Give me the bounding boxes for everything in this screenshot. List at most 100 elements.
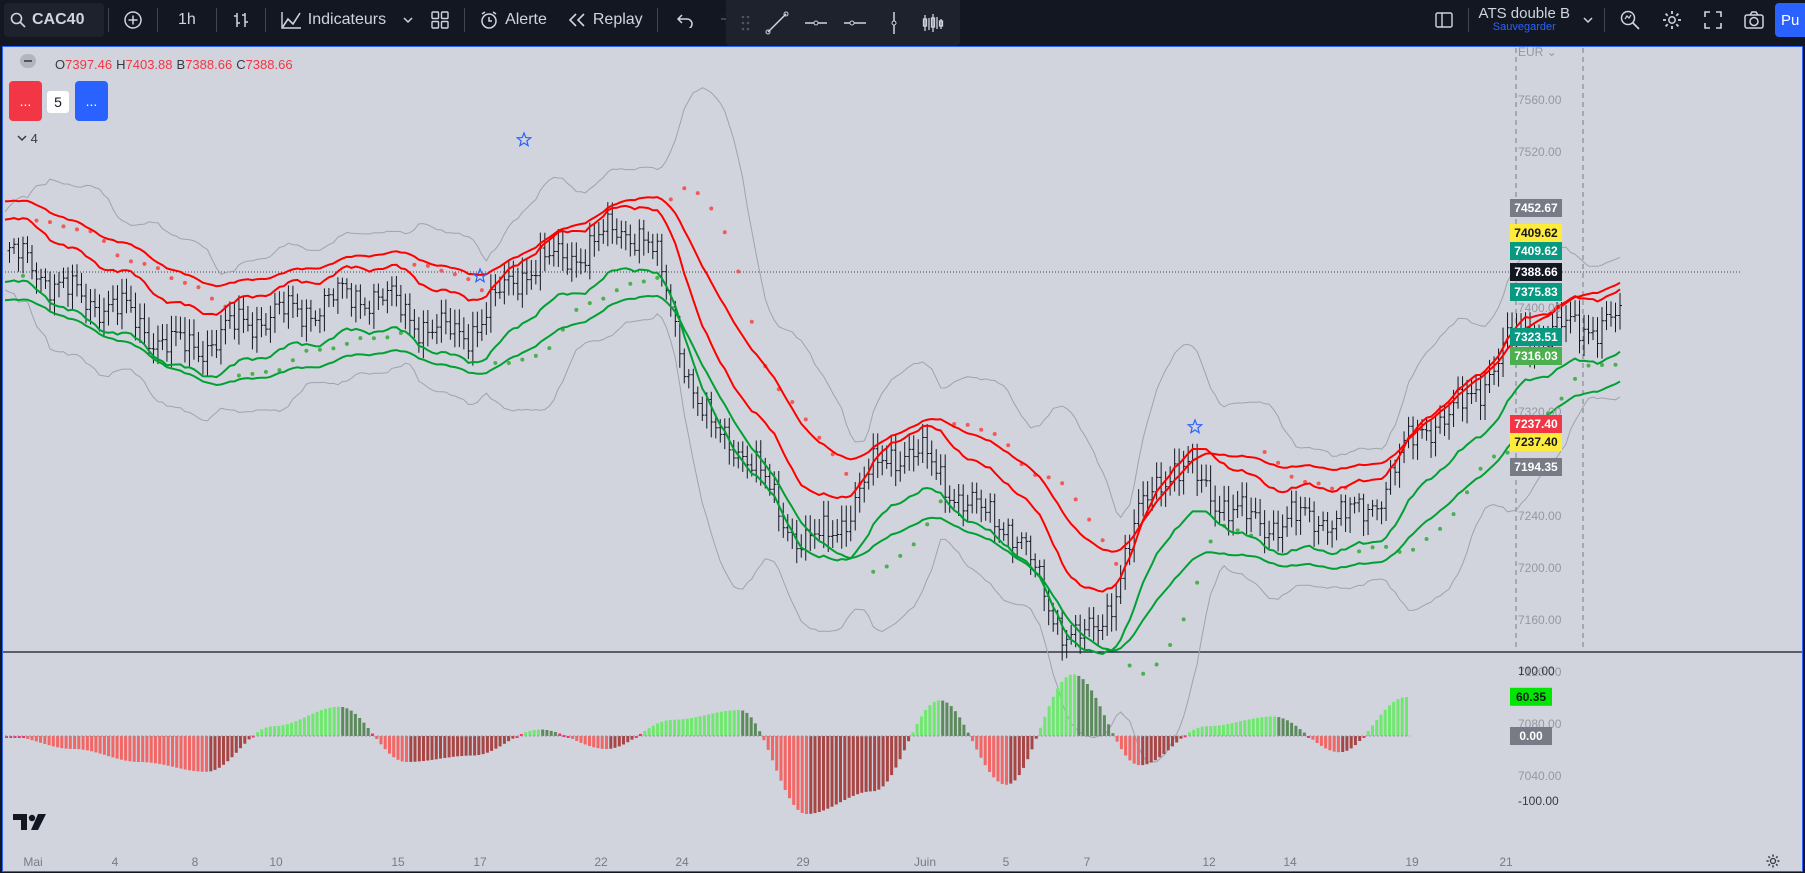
histogram-bar — [898, 736, 902, 760]
histogram-bar — [243, 736, 247, 744]
histogram-bar — [1239, 721, 1242, 736]
histogram-bar — [277, 725, 281, 736]
histogram-bar — [141, 736, 145, 762]
histogram-bar — [579, 736, 583, 743]
legend-collapse-button[interactable] — [20, 54, 36, 68]
histogram-bar — [188, 736, 191, 771]
time-tick-label: 8 — [192, 855, 199, 869]
histogram-bar — [822, 736, 825, 811]
chart-type-button[interactable] — [221, 0, 261, 40]
publish-button[interactable]: Pu — [1775, 3, 1805, 37]
sar-dot — [128, 259, 133, 264]
histogram-bar — [443, 736, 447, 758]
quantity-field[interactable]: 5 — [47, 91, 69, 113]
histogram-bar — [298, 719, 302, 736]
horizontal-ray-icon[interactable] — [842, 10, 868, 36]
sar-dot — [965, 422, 970, 427]
indicators-button[interactable]: Indicateurs — [270, 0, 396, 40]
replay-button[interactable]: Replay — [557, 0, 653, 40]
separator — [656, 8, 658, 32]
vertical-line-icon[interactable] — [881, 10, 907, 36]
histogram-bar — [226, 736, 230, 762]
histogram-bar — [1383, 709, 1387, 736]
snapshot-button[interactable] — [1733, 0, 1775, 40]
histogram-bar — [1324, 736, 1328, 749]
histogram-bar — [881, 736, 885, 787]
histogram-bar — [622, 736, 625, 745]
histogram-bar — [1090, 690, 1094, 736]
sar-dot — [1100, 538, 1105, 543]
drag-handle-icon[interactable] — [741, 14, 751, 32]
sell-button[interactable]: ... — [9, 81, 42, 121]
plus-circle-icon — [124, 11, 142, 29]
alert-button[interactable]: Alerte — [469, 0, 557, 40]
histogram-bar — [1030, 736, 1034, 750]
symbol-search[interactable]: CAC40 — [4, 3, 104, 37]
undo-button[interactable] — [662, 0, 708, 40]
histogram-bar — [447, 736, 451, 758]
histogram-bar — [1366, 731, 1370, 736]
histogram-bar — [196, 736, 200, 772]
sar-dot — [317, 347, 322, 352]
horizontal-line-icon[interactable] — [803, 10, 829, 36]
histogram-bar — [1268, 716, 1272, 736]
histogram-bar — [1102, 715, 1106, 736]
time-tick-label: 24 — [675, 855, 689, 869]
layout-toggle-button[interactable] — [1424, 0, 1464, 40]
histogram-bar — [1124, 736, 1128, 756]
histogram-bar — [936, 700, 940, 736]
histogram-bar — [805, 736, 808, 814]
time-tick-label: 5 — [1003, 855, 1010, 869]
time-tick-label: 19 — [1405, 855, 1419, 869]
compare-symbol-button[interactable] — [113, 0, 153, 40]
histogram-bar — [409, 736, 413, 762]
histogram-bar — [1256, 717, 1260, 736]
price-badge-label: 7237.40 — [1514, 435, 1558, 449]
histogram-bar — [1149, 736, 1153, 763]
grid-icon — [431, 11, 449, 29]
candlestick-pattern-icon[interactable] — [920, 10, 946, 36]
histogram-bar — [800, 736, 804, 813]
interval-button[interactable]: 1h — [162, 0, 212, 40]
quick-search-button[interactable] — [1609, 0, 1651, 40]
separator — [264, 8, 266, 32]
layout-dropdown[interactable] — [1576, 0, 1600, 40]
indicators-dropdown[interactable] — [396, 0, 420, 40]
sar-dot — [1411, 547, 1416, 552]
chart-canvas[interactable]: EUR ⌄7560.007520.007480.007440.007400.00… — [3, 47, 1802, 871]
histogram-bar — [1141, 736, 1145, 766]
osc-tick-label: 100.00 — [1518, 664, 1555, 678]
sar-dot — [817, 435, 822, 440]
histogram-bar — [485, 736, 489, 753]
histogram-bar — [664, 720, 668, 736]
histogram-bar — [830, 736, 834, 807]
layout-name-button[interactable]: ATS double B Sauvegarder — [1473, 6, 1576, 33]
histogram-bar — [1022, 736, 1025, 768]
histogram-bar — [945, 702, 949, 736]
histogram-bar — [992, 736, 996, 778]
histogram-bar — [1171, 736, 1174, 747]
histogram-bar — [56, 736, 60, 748]
price-tick-label: 7200.00 — [1518, 561, 1562, 575]
histogram-bar — [660, 721, 664, 736]
histogram-bar — [1222, 724, 1225, 736]
histogram-bar — [1039, 727, 1042, 736]
sar-dot — [992, 432, 997, 437]
fullscreen-button[interactable] — [1693, 0, 1733, 40]
sar-dot — [452, 272, 457, 277]
histogram-bar — [1209, 726, 1213, 736]
histogram-bar — [1336, 736, 1340, 753]
templates-button[interactable] — [420, 0, 460, 40]
histogram-bar — [532, 730, 536, 736]
histogram-bar — [451, 736, 455, 757]
histogram-bar — [1298, 729, 1302, 736]
trend-line-icon[interactable] — [764, 10, 790, 36]
buy-button[interactable]: ... — [75, 81, 108, 121]
indicator-group-toggle[interactable]: 4 — [17, 131, 38, 146]
price-tick-label: 7520.00 — [1518, 145, 1562, 159]
settings-button[interactable] — [1651, 0, 1693, 40]
histogram-bar — [1294, 725, 1298, 736]
axis-settings-gear-icon[interactable] — [1765, 853, 1781, 869]
histogram-bar — [873, 736, 877, 792]
histogram-bar — [413, 736, 417, 762]
